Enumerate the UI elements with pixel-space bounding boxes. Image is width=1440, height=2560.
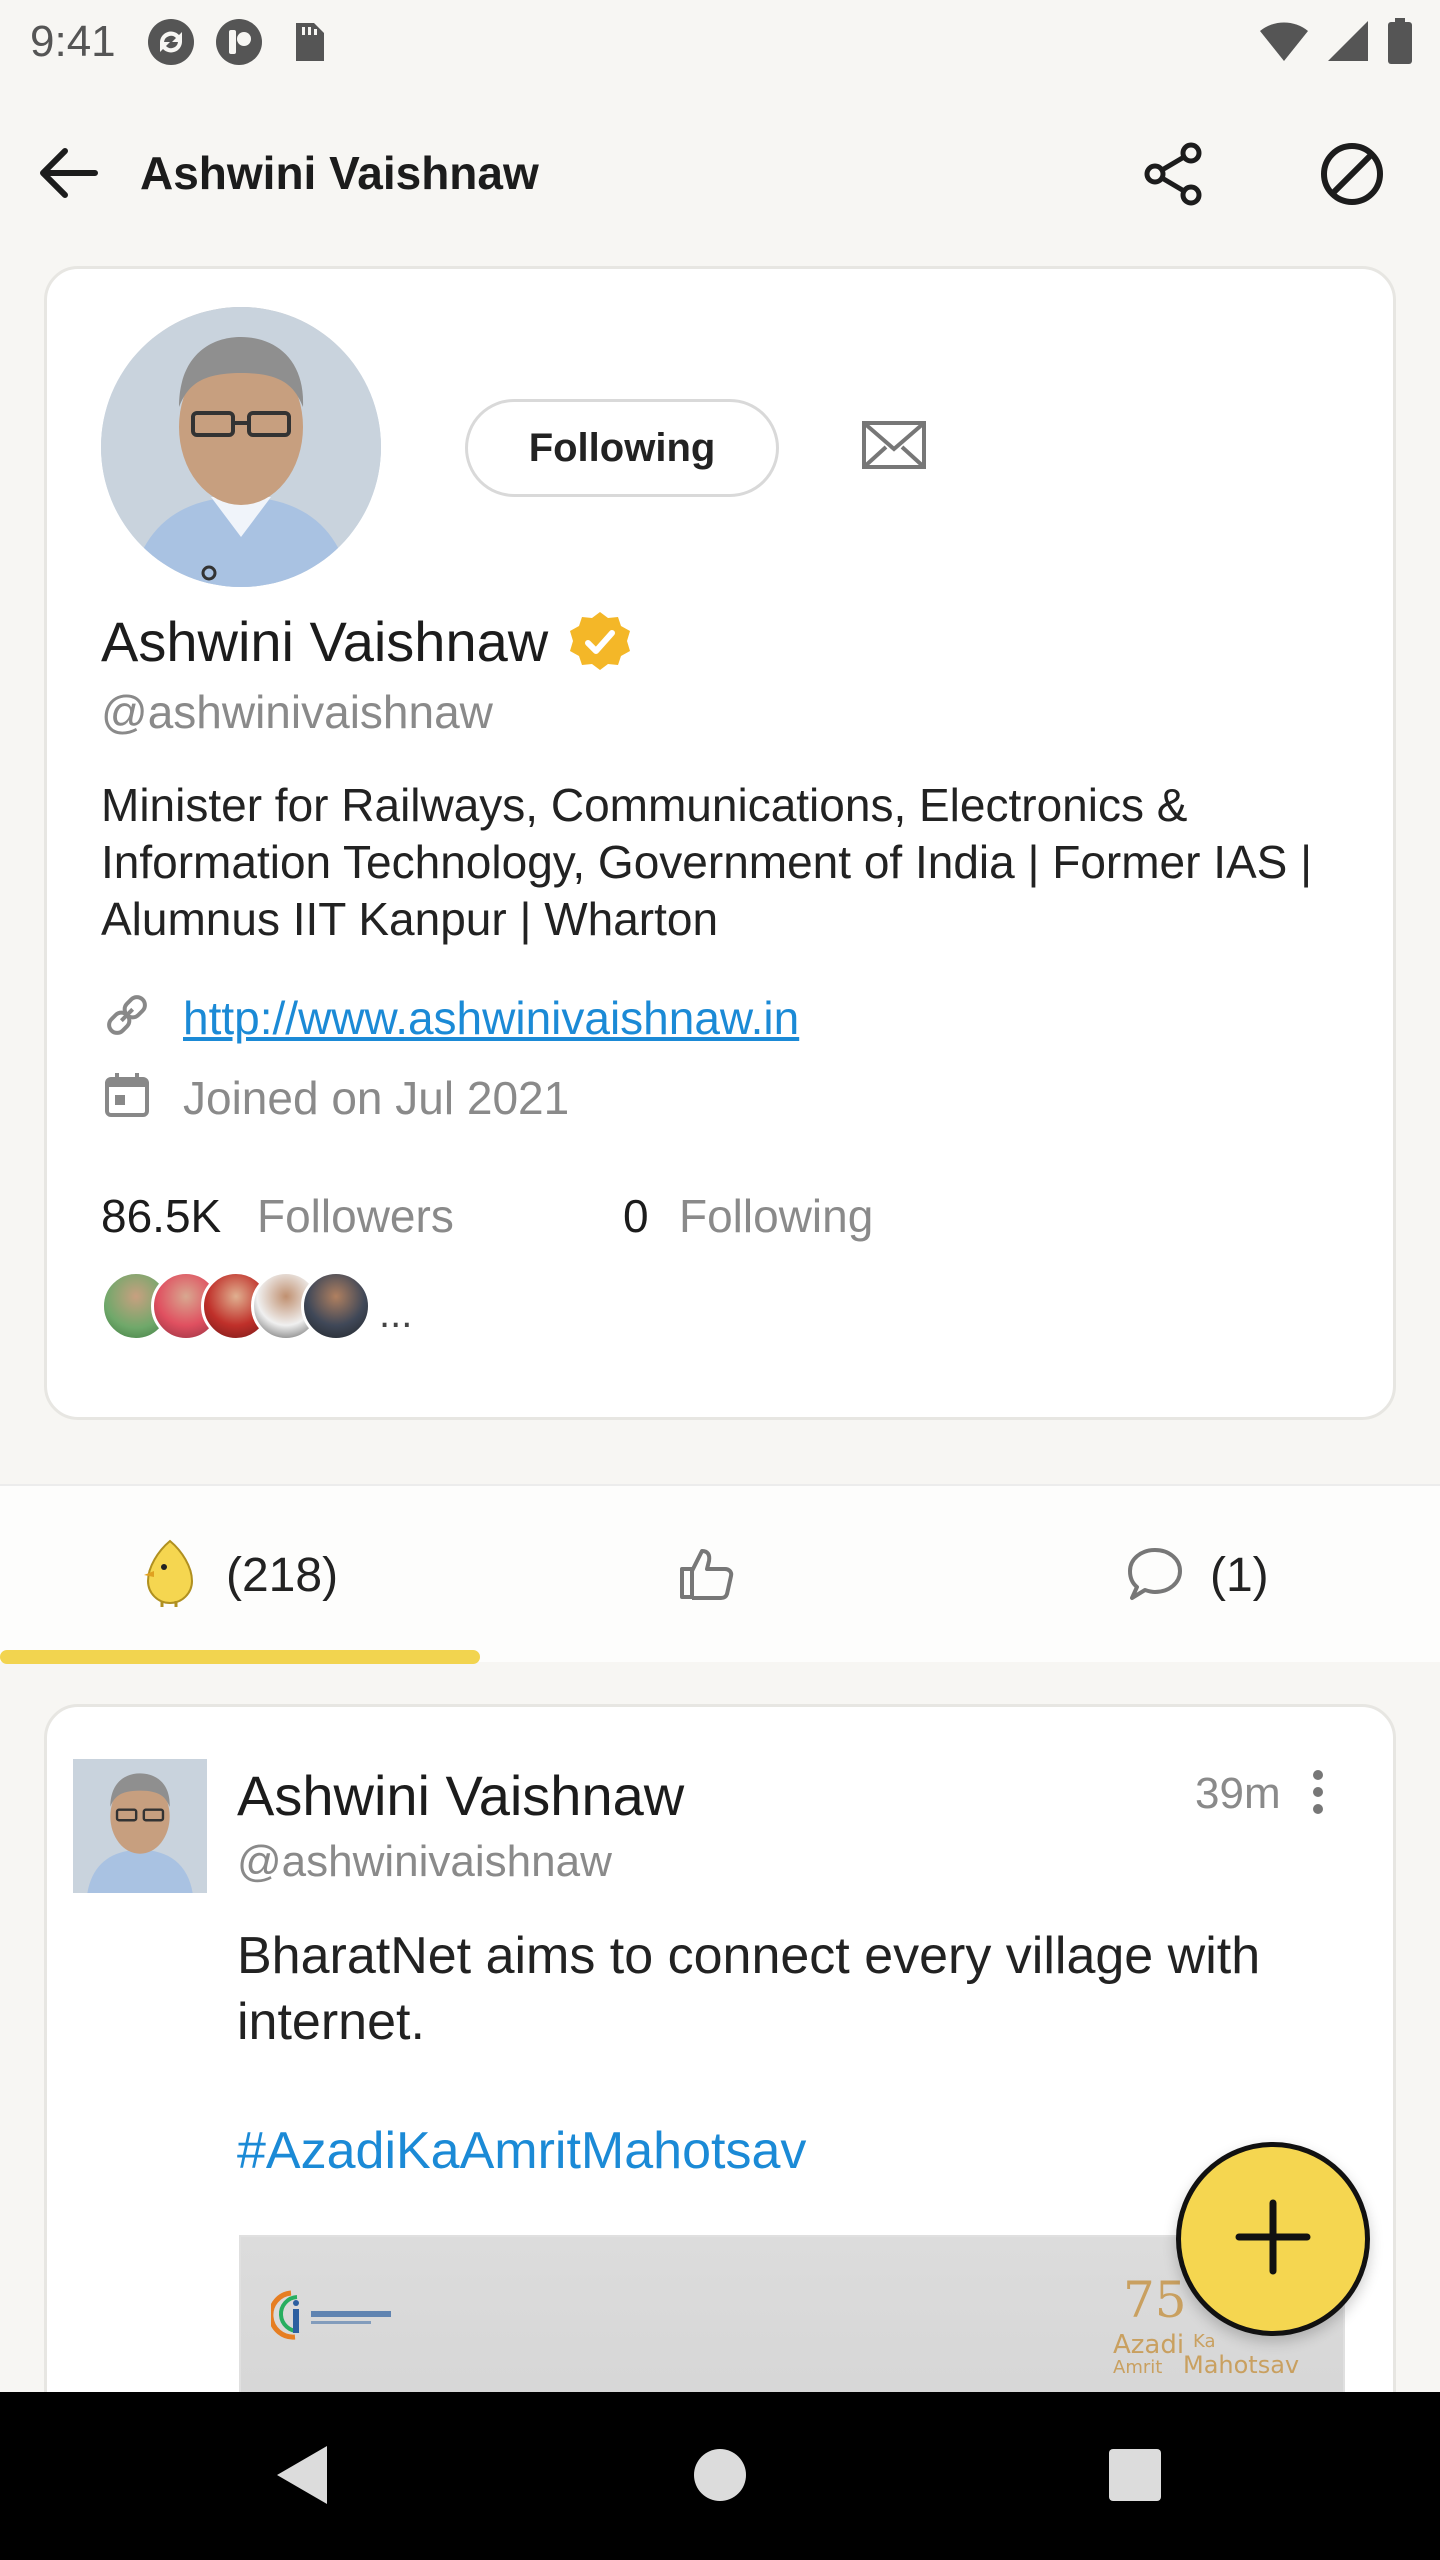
page-title: Ashwini Vaishnaw <box>140 147 539 199</box>
follower-avatar <box>301 1271 371 1341</box>
calendar-icon <box>101 1069 153 1126</box>
app-notification-icon <box>214 17 264 67</box>
following-button[interactable]: Following <box>465 399 779 497</box>
message-button[interactable] <box>859 419 929 475</box>
following-count[interactable]: 0 <box>623 1189 649 1243</box>
sd-card-icon <box>282 17 332 67</box>
svg-text:Amrit: Amrit <box>1113 2357 1162 2377</box>
status-right-icons <box>1258 16 1414 71</box>
digital-india-logo <box>268 2283 401 2353</box>
comment-icon <box>1126 1544 1184 1607</box>
stats-row: 86.5K Followers 0 Following <box>101 1189 1301 1249</box>
profile-handle: @ashwinivaishnaw <box>101 686 493 738</box>
joined-row: Joined on Jul 2021 <box>101 1069 569 1126</box>
signal-icon <box>1324 17 1372 70</box>
verified-badge-icon <box>568 610 632 674</box>
sync-icon <box>146 17 196 67</box>
tab-likes[interactable] <box>676 1486 736 1664</box>
link-icon <box>101 989 153 1046</box>
followers-label[interactable]: Followers <box>257 1189 454 1243</box>
post-author-avatar[interactable] <box>73 1759 207 1893</box>
post-author-name[interactable]: Ashwini Vaishnaw <box>237 1763 684 1828</box>
koo-bird-icon <box>140 1537 200 1614</box>
status-bar: 9:41 <box>0 0 1440 84</box>
system-nav-bar <box>0 2392 1440 2560</box>
mail-icon <box>861 420 927 475</box>
profile-name: Ashwini Vaishnaw <box>101 609 632 674</box>
post-more-button[interactable] <box>1303 1767 1333 1817</box>
nav-home-icon <box>692 2447 748 2508</box>
thumbs-up-icon <box>676 1543 736 1608</box>
nav-recents-icon <box>1107 2447 1163 2508</box>
plus-icon <box>1233 2197 1313 2282</box>
followers-count[interactable]: 86.5K <box>101 1189 221 1243</box>
svg-text:Azadi: Azadi <box>1113 2330 1184 2360</box>
nav-recents-button[interactable] <box>1090 2432 1180 2522</box>
app-bar: Ashwini Vaishnaw <box>0 110 1440 240</box>
back-arrow-icon <box>35 141 99 210</box>
svg-text:Mahotsav: Mahotsav <box>1183 2351 1299 2377</box>
block-button[interactable] <box>1312 136 1392 216</box>
more-vertical-icon <box>1303 1770 1333 1821</box>
tab-comments-count: (1) <box>1210 1548 1269 1602</box>
post-hashtag[interactable]: #AzadiKaAmritMahotsav <box>237 2121 806 2181</box>
battery-icon <box>1386 16 1414 71</box>
website-link[interactable]: http://www.ashwinivaishnaw.in <box>183 991 799 1045</box>
nav-back-icon <box>271 2442 331 2513</box>
post-timestamp: 39m <box>1195 1769 1281 1818</box>
compose-fab-button[interactable] <box>1176 2142 1370 2336</box>
profile-card: Following Ashwini Vaishnaw @ashwinivaish… <box>44 266 1396 1420</box>
following-label[interactable]: Following <box>679 1189 873 1243</box>
share-icon <box>1141 141 1207 212</box>
nav-back-button[interactable] <box>256 2432 346 2522</box>
profile-avatar[interactable] <box>101 307 381 587</box>
joined-date: Joined on Jul 2021 <box>183 1071 570 1124</box>
post-author-handle: @ashwinivaishnaw <box>237 1837 612 1886</box>
wifi-icon <box>1258 17 1310 70</box>
tab-koos[interactable]: (218) <box>140 1486 338 1664</box>
profile-tabs: (218) (1) <box>0 1484 1440 1664</box>
back-button[interactable] <box>30 138 104 212</box>
website-row: http://www.ashwinivaishnaw.in <box>101 989 799 1046</box>
share-button[interactable] <box>1134 136 1214 216</box>
tab-comments[interactable]: (1) <box>1126 1486 1269 1664</box>
more-followers-indicator: ... <box>379 1291 413 1336</box>
svg-text:75: 75 <box>1123 2271 1187 2329</box>
post-text: BharatNet aims to connect every village … <box>237 1927 1261 2051</box>
status-time: 9:41 <box>30 17 116 66</box>
profile-bio: Minister for Railways, Communications, E… <box>101 779 1313 945</box>
nav-home-button[interactable] <box>675 2432 765 2522</box>
tab-koos-count: (218) <box>226 1548 339 1602</box>
active-tab-indicator <box>0 1650 480 1664</box>
followers-avatars[interactable]: ... <box>101 1269 412 1343</box>
profile-name-text: Ashwini Vaishnaw <box>101 610 549 673</box>
block-icon <box>1318 140 1386 213</box>
svg-text:Ka: Ka <box>1193 2331 1216 2352</box>
